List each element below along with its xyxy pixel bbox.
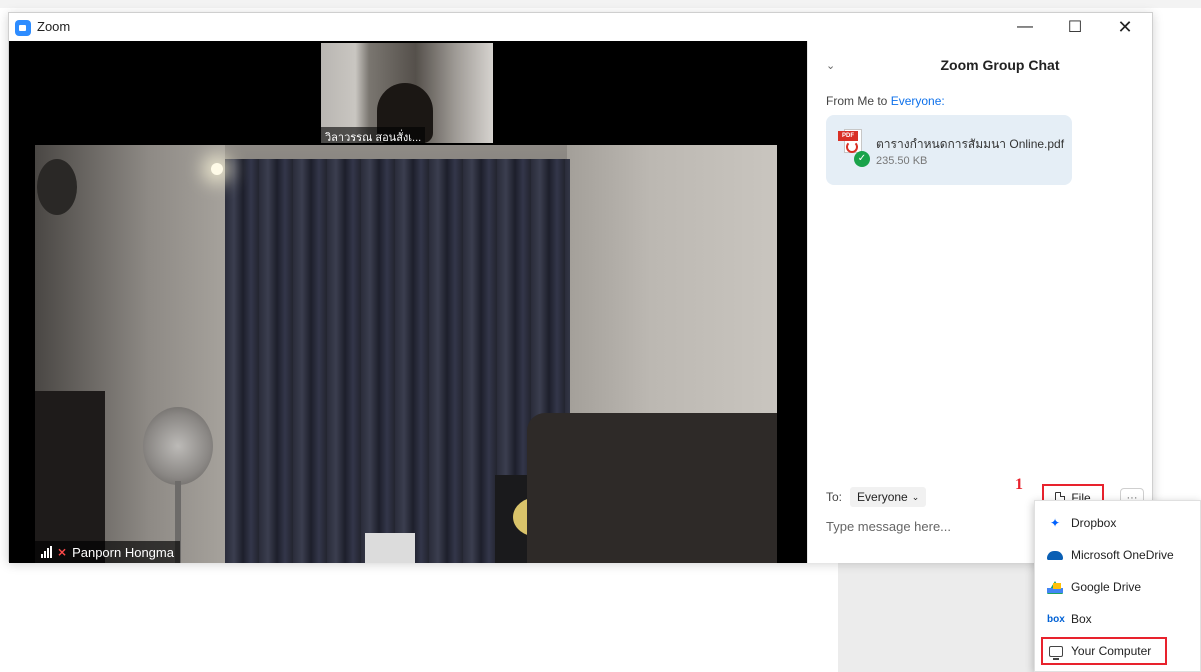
computer-icon (1049, 645, 1063, 660)
menu-item-label: Dropbox (1071, 516, 1117, 530)
maximize-button[interactable]: ☐ (1059, 15, 1091, 39)
to-label: To: (826, 490, 843, 504)
screenshot-stage: Zoom — ☐ ✕ วิลาวรรณ สอนสั่งเ... ⨯ Panpor… (0, 0, 1201, 672)
mic-muted-icon: ⨯ (57, 545, 68, 559)
video-scene-lamp (211, 163, 223, 175)
menu-item-google-drive[interactable]: Google Drive (1035, 573, 1200, 601)
file-name: ตารางกำหนดการสัมมนา Online.pdf (876, 137, 1065, 151)
video-scene-sofa (527, 413, 777, 563)
video-scene-shelf (35, 391, 105, 563)
participant-name: Panporn Hongma (72, 544, 174, 560)
recipient-link[interactable]: Everyone: (891, 94, 945, 108)
participant-name-label: ⨯ Panporn Hongma (35, 541, 180, 563)
sender-prefix: From Me to (826, 94, 891, 108)
zoom-window: Zoom — ☐ ✕ วิลาวรรณ สอนสั่งเ... ⨯ Panpor… (8, 12, 1153, 563)
menu-item-box[interactable]: box Box (1035, 605, 1200, 633)
video-area: วิลาวรรณ สอนสั่งเ... ⨯ Panporn Hongma (9, 41, 807, 563)
main-video-feed (35, 145, 777, 563)
dropbox-icon: ✦ (1049, 516, 1061, 530)
menu-item-your-computer[interactable]: Your Computer (1041, 637, 1167, 665)
menu-item-label: Your Computer (1071, 644, 1152, 658)
video-scene-box (365, 533, 415, 563)
pdf-file-icon: PDF ✓ (838, 129, 870, 167)
message-sender-line: From Me to Everyone: (826, 94, 945, 108)
menu-item-dropbox[interactable]: ✦ Dropbox (1035, 509, 1200, 537)
shared-file-card[interactable]: PDF ✓ ตารางกำหนดการสัมมนา Online.pdf 235… (826, 115, 1072, 185)
file-size: 235.50 KB (876, 155, 928, 167)
file-source-menu: ✦ Dropbox Microsoft OneDrive Google Driv… (1034, 500, 1201, 672)
recipient-select[interactable]: Everyone ⌄ (850, 487, 927, 507)
recipient-row: To: Everyone ⌄ (826, 487, 927, 507)
zoom-app-icon (15, 20, 31, 36)
onedrive-icon (1047, 550, 1063, 560)
video-scene-fan (143, 407, 213, 485)
menu-item-onedrive[interactable]: Microsoft OneDrive (1035, 541, 1200, 569)
window-title: Zoom (37, 19, 71, 34)
recipient-select-value: Everyone (857, 490, 908, 504)
step-1-annotation: 1 (1015, 476, 1023, 493)
signal-strength-icon (41, 546, 52, 558)
menu-item-label: Google Drive (1071, 580, 1142, 594)
video-scene-clock (37, 159, 77, 215)
pdf-tag: PDF (838, 131, 858, 141)
menu-item-label: Microsoft OneDrive (1071, 548, 1174, 562)
minimize-button[interactable]: — (1009, 15, 1041, 39)
chevron-down-icon: ⌄ (911, 491, 920, 502)
chat-title: Zoom Group Chat (940, 57, 1060, 73)
background-strip (0, 0, 1201, 8)
participant-thumbnail[interactable]: วิลาวรรณ สอนสั่งเ... (321, 43, 493, 143)
message-input[interactable] (826, 519, 1026, 534)
chat-panel: ⌄ Zoom Group Chat From Me to Everyone: P… (807, 41, 1152, 563)
google-drive-icon (1047, 580, 1063, 594)
title-bar: Zoom — ☐ ✕ (9, 13, 1152, 41)
box-icon: box (1047, 613, 1065, 625)
menu-item-label: Box (1071, 612, 1092, 626)
thumbnail-name-label: วิลาวรรณ สอนสั่งเ... (321, 127, 426, 143)
close-button[interactable]: ✕ (1109, 15, 1141, 39)
check-icon: ✓ (854, 151, 870, 167)
